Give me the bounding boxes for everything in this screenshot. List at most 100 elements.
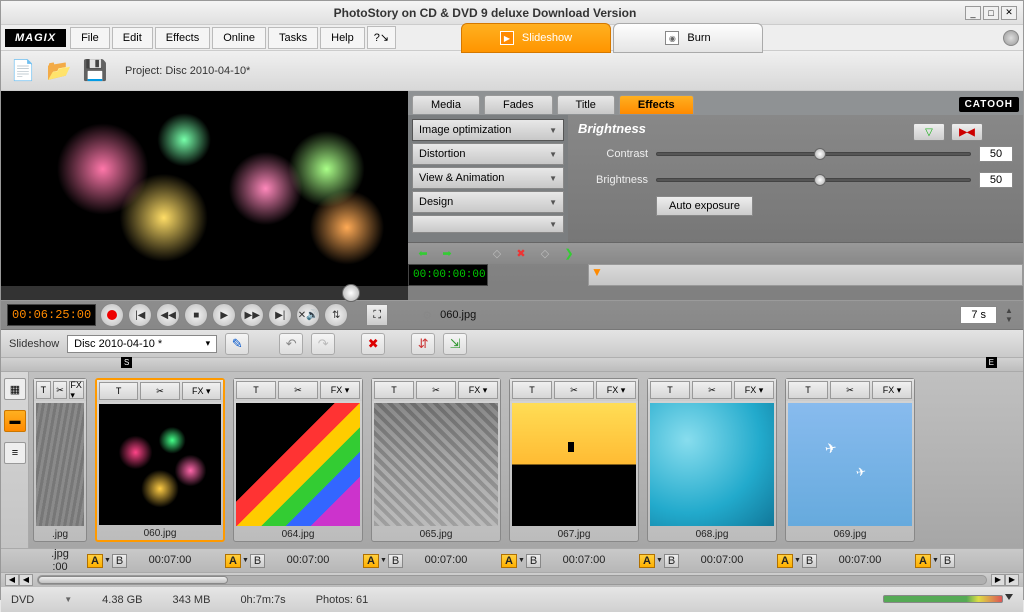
brightness-slider-thumb[interactable] — [814, 174, 826, 186]
clip-cut-button[interactable]: ✂ — [53, 381, 68, 399]
save-icon[interactable]: 💾 — [81, 57, 109, 85]
storyboard-clip[interactable]: T ✂ FX ▾ .jpg — [33, 378, 87, 542]
volume-button[interactable]: ⇅ — [324, 303, 348, 327]
undo-button[interactable]: ↶ — [279, 333, 303, 355]
nav-add-button[interactable]: ❯ — [560, 246, 578, 262]
clip-text-button[interactable]: T — [512, 381, 552, 399]
menu-online[interactable]: Online — [212, 27, 266, 49]
storyboard-clip[interactable]: T ✂ FX ▾ 060.jpg — [95, 378, 225, 542]
view-timeline-button[interactable]: ≡ — [4, 442, 26, 464]
stop-button[interactable]: ■ — [184, 303, 208, 327]
catooh-logo[interactable]: CATOOH — [959, 97, 1019, 112]
effect-ruler[interactable]: ▼ — [588, 264, 1023, 286]
clip-text-button[interactable]: T — [374, 381, 414, 399]
clip-cut-button[interactable]: ✂ — [554, 381, 594, 399]
storyboard-clip[interactable]: T ✂ FX ▾ 064.jpg — [233, 378, 363, 542]
clip-text-button[interactable]: T — [236, 381, 276, 399]
play-button[interactable]: ▶ — [212, 303, 236, 327]
clip-fx-button[interactable]: FX ▾ — [182, 382, 221, 400]
clip-cut-button[interactable]: ✂ — [278, 381, 318, 399]
brightness-slider[interactable] — [656, 178, 971, 182]
mode-tab-slideshow[interactable]: ▶Slideshow — [461, 23, 611, 53]
slideshow-select[interactable]: Disc 2010-04-10 * — [67, 335, 217, 353]
scroll-left2-button[interactable]: ◀ — [19, 574, 33, 586]
menu-file[interactable]: File — [70, 27, 110, 49]
auto-exposure-button[interactable]: Auto exposure — [656, 196, 753, 216]
record-button[interactable] — [100, 303, 124, 327]
duration-chevron-icon[interactable]: ▲▼ — [1001, 306, 1017, 324]
fullscreen-button[interactable]: ⛶ — [366, 304, 388, 326]
maximize-button[interactable]: □ — [983, 6, 999, 20]
effect-item-distortion[interactable]: Distortion▼ — [412, 143, 564, 165]
view-storyboard-button[interactable]: ▬ — [4, 410, 26, 432]
panel-tab-media[interactable]: Media — [412, 95, 480, 114]
menu-help[interactable]: Help — [320, 27, 365, 49]
clip-cut-button[interactable]: ✂ — [416, 381, 456, 399]
ruler-playhead-icon[interactable]: ▼ — [591, 265, 603, 279]
contrast-slider-thumb[interactable] — [814, 148, 826, 160]
mode-tab-burn[interactable]: ◉Burn — [613, 23, 763, 53]
clip-fx-button[interactable]: FX ▾ — [734, 381, 774, 399]
scroll-right-button[interactable]: ▶ — [991, 574, 1005, 586]
help-icon[interactable]: ?↘ — [367, 26, 396, 49]
clip-text-button[interactable]: T — [99, 382, 138, 400]
export-button[interactable]: ⇲ — [443, 333, 467, 355]
preview-scrubber-thumb[interactable] — [342, 284, 360, 302]
clip-fx-button[interactable]: FX ▾ — [872, 381, 912, 399]
nav-diamond1[interactable]: ◇ — [488, 246, 506, 262]
contrast-slider[interactable] — [656, 152, 971, 156]
menu-edit[interactable]: Edit — [112, 27, 153, 49]
split-button[interactable]: ⇵ — [411, 333, 435, 355]
end-marker[interactable]: E — [986, 357, 997, 368]
nav-prev-key-button[interactable]: ⬅ — [414, 246, 432, 262]
mute-button[interactable]: ✕🔊 — [296, 303, 320, 327]
scroll-right2-button[interactable]: ▶ — [1005, 574, 1019, 586]
effect-item-view-animation[interactable]: View & Animation▼ — [412, 167, 564, 189]
start-marker[interactable]: S — [121, 357, 132, 368]
clip-fx-button[interactable]: FX ▾ — [596, 381, 636, 399]
nav-diamond2[interactable]: ◇ — [536, 246, 554, 262]
forward-button[interactable]: ▶▶ — [240, 303, 264, 327]
rewind-button[interactable]: ◀◀ — [156, 303, 180, 327]
clip-duration-input[interactable]: 7 s — [960, 306, 997, 324]
rename-slideshow-button[interactable]: ✎ — [225, 333, 249, 355]
clip-cut-button[interactable]: ✂ — [692, 381, 732, 399]
reset-effect-button[interactable]: ▶◀ — [951, 123, 983, 141]
panel-tab-effects[interactable]: Effects — [619, 95, 694, 114]
scrollbar-thumb[interactable] — [38, 576, 228, 584]
panel-tab-title[interactable]: Title — [557, 95, 615, 114]
panel-tab-fades[interactable]: Fades — [484, 95, 553, 114]
clip-cut-button[interactable]: ✂ — [830, 381, 870, 399]
storyboard-clip[interactable]: T ✂ FX ▾ 068.jpg — [647, 378, 777, 542]
transition-b-badge[interactable]: B — [940, 554, 955, 568]
effect-item-image-optimization[interactable]: Image optimization▼ — [412, 119, 564, 141]
clip-text-button[interactable]: T — [650, 381, 690, 399]
delete-clip-button[interactable]: ✖ — [361, 333, 385, 355]
effect-item-design[interactable]: Design▼ — [412, 191, 564, 213]
nav-delete-button[interactable]: ✖ — [512, 246, 530, 262]
menu-effects[interactable]: Effects — [155, 27, 210, 49]
storyboard-clip[interactable]: T ✂ FX ▾ 067.jpg — [509, 378, 639, 542]
storyboard-clip[interactable]: T ✂ FX ▾ 065.jpg — [371, 378, 501, 542]
effect-item-empty[interactable]: ▼ — [412, 215, 564, 233]
globe-icon[interactable] — [1003, 30, 1019, 46]
transition-a-badge[interactable]: A — [915, 554, 931, 568]
preview-scrubber[interactable] — [1, 286, 408, 300]
clip-text-button[interactable]: T — [788, 381, 828, 399]
view-grid-button[interactable]: ▦ — [4, 378, 26, 400]
skip-start-button[interactable]: |◀ — [128, 303, 152, 327]
nav-next-key-button[interactable]: ➡ — [438, 246, 456, 262]
minimize-button[interactable]: _ — [965, 6, 981, 20]
close-button[interactable]: ✕ — [1001, 6, 1017, 20]
contrast-value[interactable]: 50 — [979, 146, 1013, 162]
storyboard-scrollbar[interactable] — [37, 575, 987, 585]
clip-cut-button[interactable]: ✂ — [140, 382, 179, 400]
brightness-value[interactable]: 50 — [979, 172, 1013, 188]
clip-fx-button[interactable]: FX ▾ — [320, 381, 360, 399]
menu-tasks[interactable]: Tasks — [268, 27, 318, 49]
new-project-icon[interactable]: 📄 — [9, 57, 37, 85]
scroll-left-button[interactable]: ◀ — [5, 574, 19, 586]
redo-button[interactable]: ↷ — [311, 333, 335, 355]
storyboard-clip[interactable]: T ✂ FX ▾ 069.jpg — [785, 378, 915, 542]
clip-text-button[interactable]: T — [36, 381, 51, 399]
